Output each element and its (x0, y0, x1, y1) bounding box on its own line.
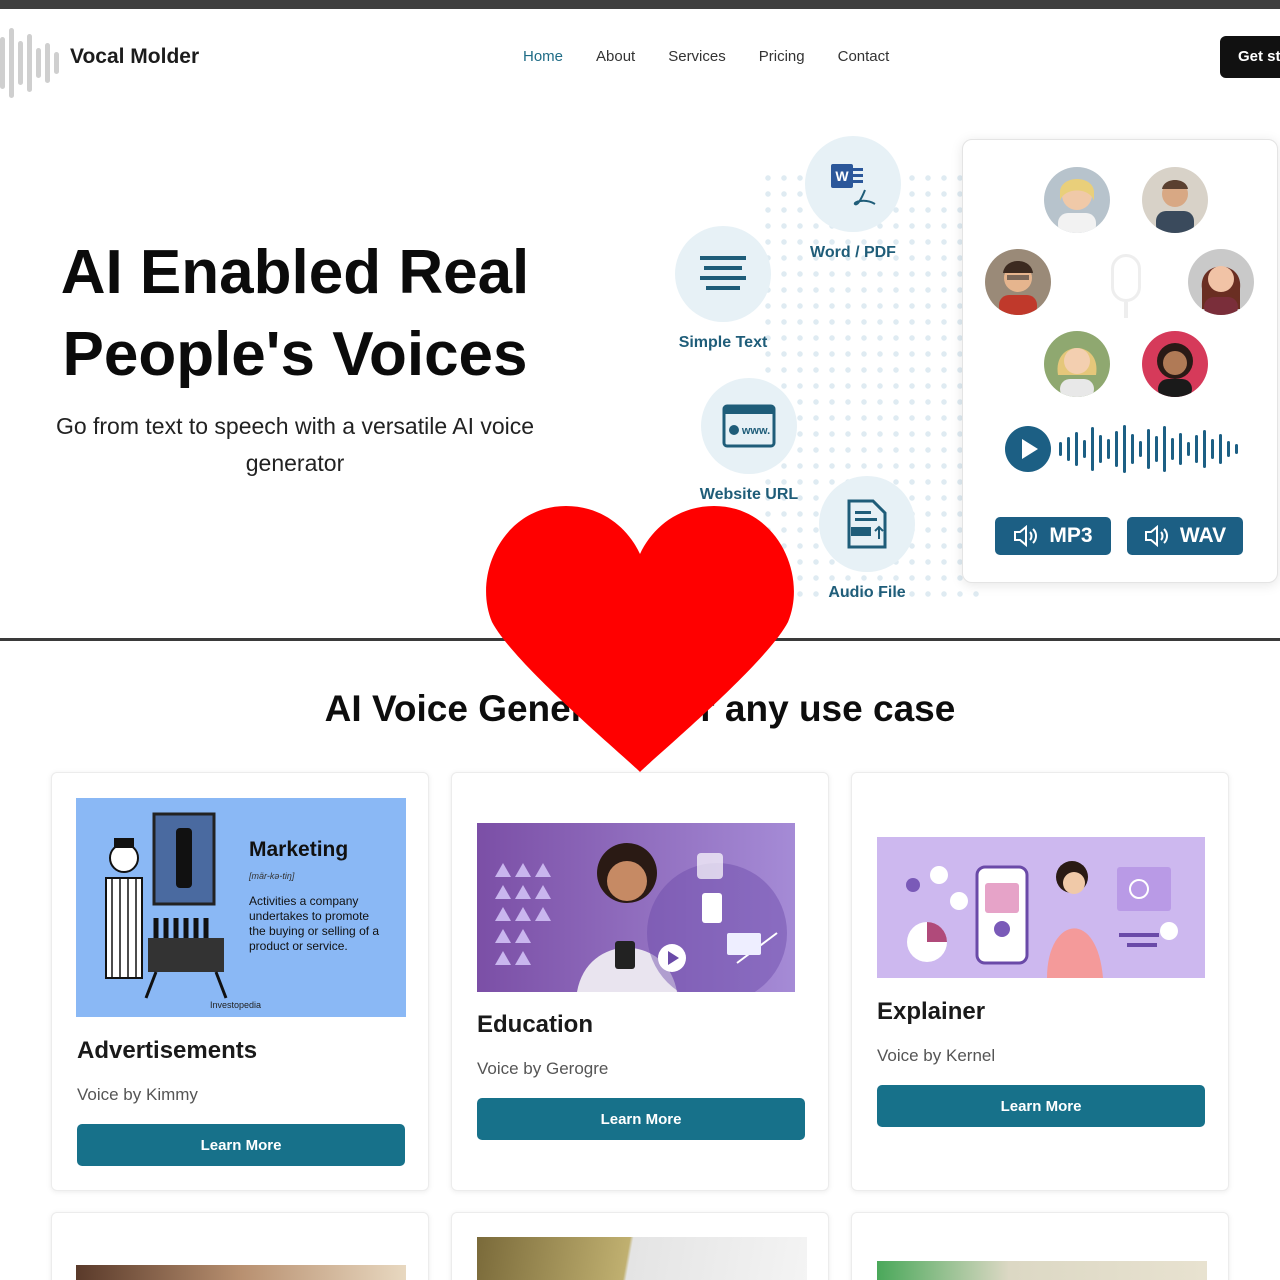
mp3-label: MP3 (1049, 524, 1093, 547)
word-pdf-icon: W (805, 136, 901, 232)
word-pdf-label: Word / PDF (810, 244, 896, 261)
nav-about[interactable]: About (596, 48, 635, 65)
nav-services[interactable]: Services (668, 48, 726, 65)
card-title: Explainer (877, 998, 986, 1025)
avatar-voice-4[interactable] (1188, 249, 1254, 315)
svg-text:W: W (835, 168, 849, 184)
learn-more-button[interactable]: Learn More (477, 1098, 805, 1140)
site-header: Vocal Molder Home About Services Pricing… (0, 9, 1280, 105)
hero-subtitle-line2: generator (245, 450, 345, 476)
card-explainer: Explainer Voice by Kernel Learn More (851, 772, 1229, 1191)
nav-contact[interactable]: Contact (838, 48, 890, 65)
learn-more-button[interactable]: Learn More (877, 1085, 1205, 1127)
window-top-strip (0, 0, 1280, 9)
speaker-icon (1144, 525, 1168, 547)
website-url-label: Website URL (699, 486, 799, 503)
avatar-voice-2[interactable] (1142, 167, 1208, 233)
card-voice: Voice by Kernel (877, 1046, 996, 1065)
investopedia-credit: Investopedia (210, 1000, 262, 1010)
browser-window-icon: www. (701, 378, 797, 474)
microphone-icon (1111, 254, 1141, 302)
microphone-stand (1124, 302, 1128, 318)
source-audio-file: Audio File (804, 476, 930, 602)
main-nav: Home About Services Pricing Contact (523, 48, 889, 65)
download-mp3-button[interactable]: MP3 (995, 517, 1111, 555)
card-advertisements-image: Marketing [mär-kə-tiŋ] Activities a comp… (76, 798, 406, 1017)
avatar-voice-6[interactable] (1142, 331, 1208, 397)
brand-name[interactable]: Vocal Molder (70, 45, 199, 69)
audio-file-label: Audio File (828, 584, 906, 601)
get-started-button[interactable]: Get st (1220, 36, 1280, 78)
www-badge-text: www. (741, 425, 770, 437)
hero-title-line1: AI Enabled Real (60, 238, 530, 307)
card-education: Education Voice by Gerogre Learn More (451, 772, 829, 1191)
card-row2-2-image (477, 1237, 807, 1280)
card-voice: Voice by Gerogre (477, 1059, 609, 1078)
hero-subtitle-line1: Go from text to speech with a versatile … (55, 413, 535, 439)
card-row2-3-image (877, 1261, 1207, 1280)
avatar-voice-3[interactable] (985, 249, 1051, 315)
simple-text-label: Simple Text (678, 334, 768, 351)
card-advertisements: Marketing [mär-kə-tiŋ] Activities a comp… (51, 772, 429, 1191)
audio-file-icon (819, 476, 915, 572)
card-explainer-image (877, 837, 1205, 978)
download-wav-button[interactable]: WAV (1127, 517, 1243, 555)
play-button[interactable] (1005, 426, 1051, 472)
hero-title: AI Enabled Real People's Voices (0, 232, 590, 396)
source-word-pdf: W Word / PDF (790, 136, 916, 262)
voice-output-panel: MP3 WAV (962, 139, 1278, 583)
source-website-url: www. Website URL (684, 378, 814, 504)
card-row2-2 (451, 1212, 829, 1280)
card-education-image (477, 823, 795, 992)
text-lines-icon (675, 226, 771, 322)
card-title: Advertisements (77, 1037, 258, 1064)
avatar-voice-1[interactable] (1044, 167, 1110, 233)
speaker-icon (1014, 525, 1038, 547)
nav-pricing[interactable]: Pricing (759, 48, 805, 65)
heart-icon (486, 506, 794, 772)
audio-waveform (1059, 424, 1238, 474)
source-simple-text: Simple Text (660, 226, 786, 352)
card-title: Education (477, 1011, 594, 1038)
avatar-voice-5[interactable] (1044, 331, 1110, 397)
card-row2-1 (51, 1212, 429, 1280)
card-row2-3 (851, 1212, 1229, 1280)
nav-home[interactable]: Home (523, 48, 563, 65)
hero-title-line2: People's Voices (62, 320, 528, 389)
card-row2-1-image (76, 1265, 406, 1280)
marketing-heading: Marketing (249, 838, 349, 861)
card-voice: Voice by Kimmy (77, 1085, 198, 1104)
marketing-definition: Activities a company undertakes to promo… (249, 894, 380, 953)
wav-label: WAV (1179, 524, 1227, 547)
marketing-phonetic: [mär-kə-tiŋ] (249, 871, 295, 881)
hero-subtitle: Go from text to speech with a versatile … (0, 408, 590, 482)
logo-waveform-icon[interactable] (0, 28, 59, 98)
learn-more-button[interactable]: Learn More (77, 1124, 405, 1166)
